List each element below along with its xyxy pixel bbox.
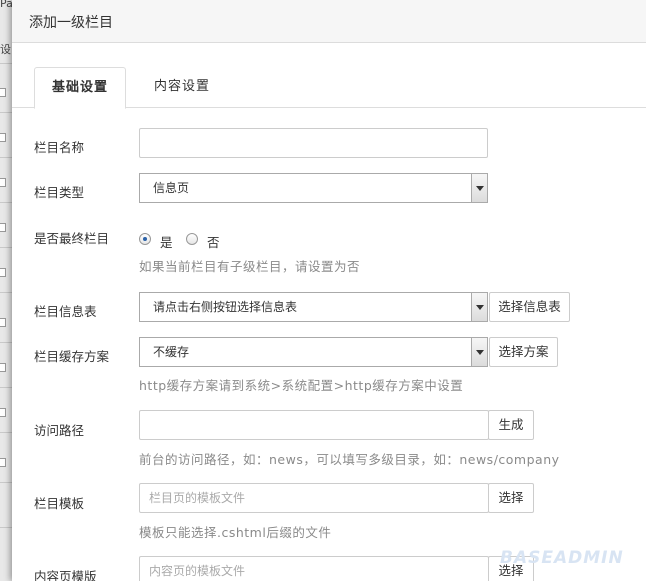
- watermark: BASEADMIN: [500, 548, 624, 568]
- background-checkbox: [0, 88, 6, 97]
- radio-no[interactable]: 否: [186, 232, 226, 250]
- column-name-input[interactable]: [139, 128, 488, 158]
- background-checkbox: [0, 178, 6, 187]
- cache-scheme-select[interactable]: 不缓存: [139, 337, 488, 367]
- tab-bar: 基础设置 内容设置: [12, 67, 646, 109]
- dialog-title: 添加一级栏目: [29, 15, 113, 31]
- column-template-input[interactable]: 栏目页的模板文件: [139, 483, 489, 513]
- background-text: 设: [0, 43, 11, 56]
- dialog-header: 添加一级栏目: [12, 0, 646, 43]
- info-table-label: 栏目信息表: [34, 304, 97, 319]
- background-checkbox: [0, 133, 6, 142]
- dropdown-arrow-icon[interactable]: [471, 174, 487, 202]
- column-type-value: 信息页: [153, 181, 190, 195]
- column-template-label: 栏目模板: [34, 496, 85, 511]
- radio-yes[interactable]: 是: [139, 232, 179, 250]
- cache-scheme-label: 栏目缓存方案: [34, 349, 110, 364]
- background-checkbox: [0, 318, 6, 327]
- tab-content-settings[interactable]: 内容设置: [142, 67, 222, 108]
- background-checkbox: [0, 223, 6, 232]
- dropdown-arrow-icon[interactable]: [471, 293, 487, 321]
- select-template-button[interactable]: 选择: [488, 483, 534, 513]
- is-final-help: 如果当前栏目有子级栏目，请设置为否: [139, 259, 361, 274]
- access-path-label: 访问路径: [34, 423, 85, 438]
- generate-button[interactable]: 生成: [488, 410, 534, 440]
- tab-basic-settings[interactable]: 基础设置: [34, 67, 126, 109]
- select-scheme-button[interactable]: 选择方案: [489, 337, 558, 367]
- radio-checked-icon[interactable]: [139, 233, 151, 245]
- info-table-value: 请点击右侧按钮选择信息表: [153, 300, 298, 314]
- cache-scheme-help: http缓存方案请到系统>系统配置>http缓存方案中设置: [139, 378, 464, 393]
- dropdown-arrow-icon[interactable]: [471, 338, 487, 366]
- access-path-help: 前台的访问路径，如：news，可以填写多级目录，如：news/company: [139, 452, 560, 467]
- column-template-help: 模板只能选择.cshtml后缀的文件: [139, 525, 332, 540]
- background-checkbox: [0, 408, 6, 417]
- background-page: Pa 设: [0, 0, 12, 581]
- content-template-label: 内容页模版: [34, 569, 97, 581]
- radio-yes-label: 是: [160, 235, 173, 250]
- column-type-select[interactable]: 信息页: [139, 173, 488, 203]
- add-column-dialog: 添加一级栏目 基础设置 内容设置 栏目名称 栏目类型 信息页 是否最终栏目 是 …: [12, 0, 646, 581]
- select-info-table-button[interactable]: 选择信息表: [489, 292, 570, 322]
- background-text: Pa: [0, 0, 12, 10]
- background-checkbox: [0, 363, 6, 372]
- column-type-label: 栏目类型: [34, 185, 85, 200]
- cache-scheme-value: 不缓存: [153, 345, 190, 359]
- background-checkbox: [0, 458, 6, 467]
- access-path-input[interactable]: [139, 410, 489, 440]
- content-template-input[interactable]: 内容页的模板文件: [139, 556, 489, 581]
- radio-unchecked-icon[interactable]: [186, 233, 198, 245]
- info-table-select[interactable]: 请点击右侧按钮选择信息表: [139, 292, 488, 322]
- column-name-label: 栏目名称: [34, 140, 85, 155]
- is-final-label: 是否最终栏目: [34, 231, 110, 246]
- background-checkbox: [0, 268, 6, 277]
- radio-no-label: 否: [207, 235, 220, 250]
